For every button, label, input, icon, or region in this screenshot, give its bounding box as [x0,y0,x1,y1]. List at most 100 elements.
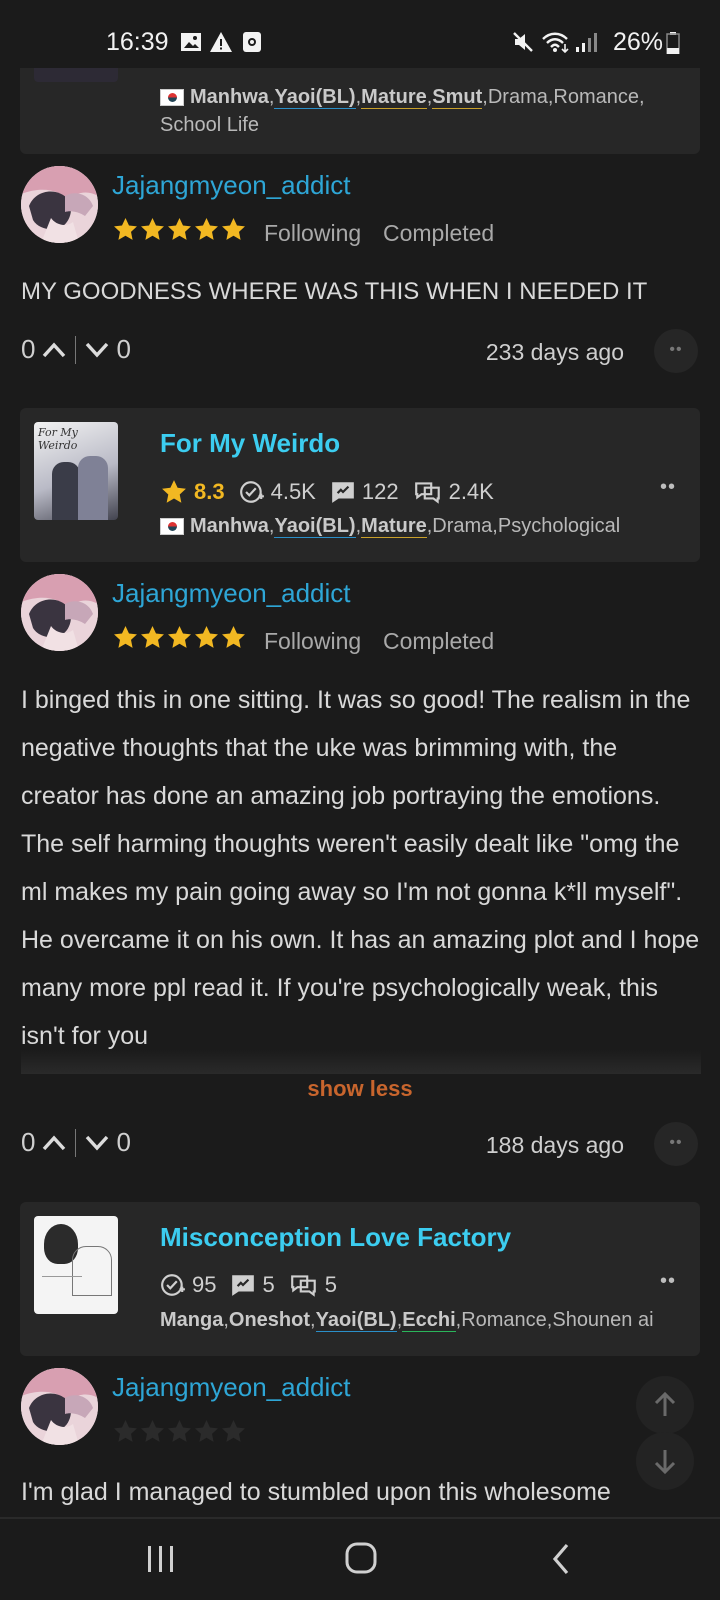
follow-count: 4.5K [270,479,316,504]
review-text: MY GOODNESS WHERE WAS THIS WHEN I NEEDED… [21,278,648,305]
star-icon [220,1418,247,1445]
avatar[interactable] [21,1368,98,1445]
nav-recents-icon[interactable] [146,1543,176,1575]
comment-count: 5 [324,1272,337,1297]
genre-tag[interactable]: Manga [160,1309,223,1331]
comments-icon [413,479,443,505]
review-count: 5 [262,1272,275,1297]
nav-back-icon[interactable] [548,1541,574,1577]
comments-icon [289,1272,319,1298]
show-less-button[interactable]: show less [0,1076,720,1102]
review-icon [330,479,356,505]
genre-tag[interactable]: Manhwa [190,515,269,537]
star-icon [139,216,166,243]
screen-record-icon [243,32,261,52]
scroll-up-button[interactable] [636,1376,694,1434]
rating-stars [112,624,247,651]
manga-card[interactable]: Misconception Love Factory 95 5 5 •• Man… [20,1202,700,1356]
username[interactable]: Jajangmyeon_addict [112,1372,351,1403]
vote-controls: 0 0 [21,334,131,365]
manga-stats: 8.3 4.5K 122 2.4K [160,478,508,506]
star-icon [193,1418,220,1445]
scroll-down-button[interactable] [636,1432,694,1490]
star-icon [112,1418,139,1445]
wifi-icon [542,32,569,53]
username[interactable]: Jajangmyeon_addict [112,170,351,201]
completion-status: Completed [383,220,495,246]
status-time: 16:39 [106,28,169,56]
star-icon [160,478,188,506]
review-icon [230,1272,256,1298]
timestamp: 188 days ago [485,1132,624,1158]
downvote-count: 0 [116,334,131,364]
star-icon [193,624,220,651]
more-icon[interactable]: •• [654,329,698,373]
battery-icon [666,32,680,54]
star-icon [166,624,193,651]
rating-stars [112,216,247,243]
review-text: I'm glad I managed to stumbled upon this… [21,1478,611,1506]
nav-home-icon[interactable] [344,1541,378,1575]
manga-title[interactable]: Misconception Love Factory [160,1222,511,1253]
genre-tag[interactable]: Oneshot [229,1309,310,1331]
avatar[interactable] [21,166,98,243]
star-icon [166,1418,193,1445]
reading-status: Following [264,220,362,246]
star-icon [193,216,220,243]
more-icon[interactable]: •• [660,476,676,499]
manga-title[interactable]: For My Weirdo [160,428,340,459]
battery-percent: 26% [613,28,664,56]
warning-icon [210,32,232,52]
chevron-down-icon[interactable] [84,1133,110,1153]
genre-tag[interactable]: Manhwa [190,86,269,108]
manga-genres: Manga,Oneshot,Yaoi(BL),Ecchi,Romance,Sho… [160,1309,654,1332]
manga-genres: Manhwa,Yaoi(BL),Mature,Smut,Drama,Romanc… [160,86,645,136]
timestamp: 233 days ago [485,339,624,365]
manga-rating: 8.3 [194,479,225,504]
rating-stars [112,1418,247,1445]
more-icon[interactable]: •• [654,1122,698,1166]
genre-tag[interactable]: Yaoi(BL) [274,86,356,109]
avatar[interactable] [21,574,98,651]
chevron-down-icon[interactable] [84,340,110,360]
manga-stats: 95 5 5 [160,1272,351,1298]
star-icon [166,216,193,243]
upvote-count: 0 [21,1127,36,1157]
follow-check-icon [239,479,265,505]
manga-cover[interactable] [34,1216,118,1314]
follow-count: 95 [192,1272,217,1297]
genre-tag[interactable]: Yaoi(BL) [315,1309,397,1332]
genre-tag[interactable]: Yaoi(BL) [274,515,356,538]
chevron-up-icon[interactable] [41,340,67,360]
genre-list: ,Drama,Romance, [482,86,645,108]
more-icon[interactable]: •• [660,1270,676,1293]
chevron-up-icon[interactable] [41,1133,67,1153]
scroll-up-icon [654,1391,676,1416]
manga-genres: Manhwa,Yaoi(BL),Mature,Drama,Psychologic… [160,512,620,540]
mute-icon [513,32,533,52]
star-icon [220,216,247,243]
username[interactable]: Jajangmyeon_addict [112,578,351,609]
star-icon [139,1418,166,1445]
genre-tag[interactable]: Mature [361,86,427,109]
review-text: I binged this in one sitting. It was so … [21,686,700,1050]
genre-tag[interactable]: Mature [361,515,427,538]
genre-list: School Life [160,114,259,136]
upvote-count: 0 [21,334,36,364]
image-icon [181,33,201,51]
reading-status: Following [264,628,362,654]
follow-check-icon [160,1272,186,1298]
manga-cover[interactable]: For My Weirdo [34,422,118,520]
genre-tag[interactable]: Smut [432,86,483,109]
genre-tag[interactable]: Ecchi [402,1309,456,1332]
genre-list: ,Romance,Shounen ai [455,1309,654,1331]
manga-card[interactable]: For My Weirdo For My Weirdo 8.3 4.5K 122… [20,408,700,562]
star-icon [112,624,139,651]
signal-icon [576,33,597,52]
flag-kr-icon [160,89,184,107]
genre-list: ,Drama,Psychological [426,515,621,537]
completion-status: Completed [383,628,495,654]
comment-count: 2.4K [448,479,494,504]
star-icon [139,624,166,651]
text-fade [21,1050,701,1074]
